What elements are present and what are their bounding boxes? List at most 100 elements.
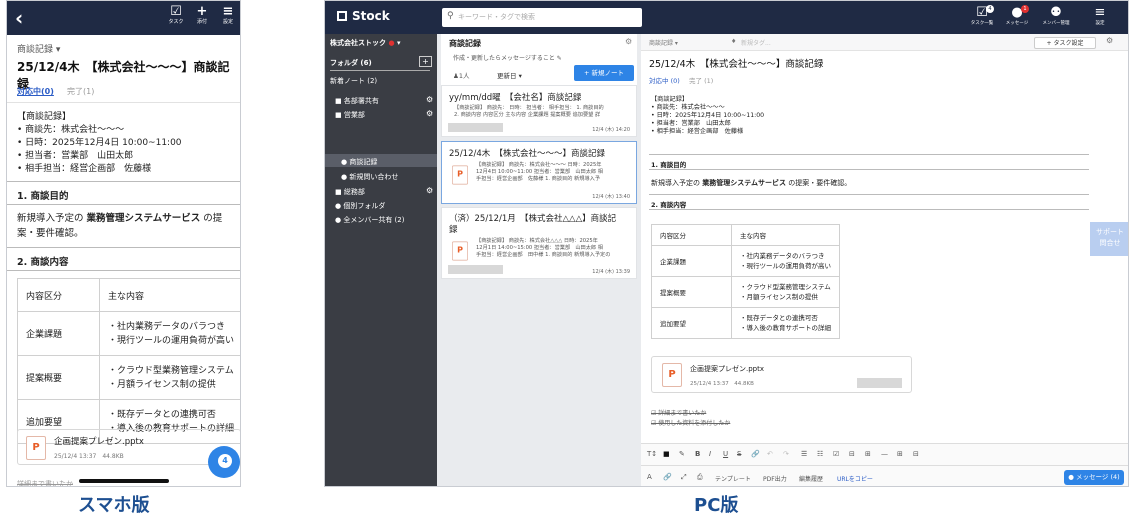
task-label: タスク [168,19,184,25]
sidebar-item-meeting-records[interactable]: ● 商談記録 [341,157,377,167]
template-button[interactable]: テンプレート [715,474,751,483]
edit-history-button[interactable]: 編集履歴 [799,474,823,483]
underline-icon[interactable]: U [723,450,728,458]
gear-icon[interactable]: ⚙ [426,186,433,195]
print-icon[interactable]: ⎙ [697,473,703,482]
bullet-list-icon[interactable]: ☰ [801,450,807,458]
copy-url-button[interactable]: URLをコピー [837,474,873,483]
status-done-tab[interactable]: 完了(1) [67,86,94,97]
pc-caption: PC版 [694,495,739,516]
message-button[interactable]: ● メッセージ 1 [1002,5,1032,27]
note-card[interactable]: （済）25/12/1月 【株式会社△△△】商談記 録 P 【商談記録】 商談先：… [441,207,637,279]
sidebar-item-general[interactable]: ■ 総務部 [335,187,365,197]
gear-icon[interactable]: ⚙ [426,109,433,118]
table-cell: ・社内業務データのバラつき ・現行ツールの運用負荷が高い [731,245,840,277]
attachment-meta: 25/12/4 13:37 44.8KB [54,453,124,460]
sidebar-item-new-notes[interactable]: 新着ノート (2) [330,76,377,86]
message-button[interactable]: ● メッセージ (4) [1064,470,1124,485]
sort-dropdown[interactable]: 更新日 ▾ [497,70,522,80]
task-setting-button[interactable]: + タスク設定 [1034,37,1096,49]
italic-icon[interactable]: I [709,450,711,458]
message-fab[interactable]: 4 [208,446,240,478]
tool-label: メンバー管理 [1042,21,1070,26]
status-active-tab[interactable]: 対応中(0) [17,86,54,97]
category-dropdown[interactable]: 商談記録 ▾ [649,38,678,47]
tool-label: 設定 [1095,21,1105,26]
members-button[interactable]: ⚉ メンバー管理 [1041,6,1071,27]
strike-icon[interactable]: S [737,450,741,458]
table-icon[interactable]: ⊞ [865,450,871,458]
members-count[interactable]: ♟1人 [453,70,469,80]
bold-icon[interactable]: B [695,450,700,458]
sidebar-item-all-members[interactable]: ● 全メンバー共有 (2) [335,215,404,225]
gear-icon[interactable]: ⚙ [625,37,632,46]
settings-button[interactable]: ≡ 設定 [1085,6,1115,27]
status-active-tab[interactable]: 対応中 (0) [649,75,680,85]
table-delete-icon[interactable]: ⊟ [913,450,919,458]
note-card-snippet: 12月1日 14:00~15:00 担当者：営業部 山田太郎 相 [476,245,603,251]
indent-icon[interactable]: ⊟ [849,450,855,458]
attach-button[interactable]: + 添付 [190,5,214,26]
attach-link-icon[interactable]: 🔗 [663,473,672,481]
settings-button[interactable]: ≡ 設定 [216,5,240,26]
numbered-list-icon[interactable]: ☷ [817,450,823,458]
note-card-snippet: 手担当：経営企画部 田中様 1. 商談目的 新規導入予定の [476,252,611,258]
note-card[interactable]: yy/mm/dd曜 【会社名】商談記録 【商談記録】 商談先： 日時： 担当者：… [441,85,637,137]
gear-icon[interactable]: ⚙ [1106,36,1113,45]
status-done-tab[interactable]: 完了 (1) [689,75,713,85]
note-body[interactable]: 【商談記録】 • 商談先：株式会社～～～ • 日時：2025年12月4日 10:… [651,96,951,136]
search-input[interactable]: ⚲ キーワード・タグで検索 [442,8,642,27]
tag-input[interactable]: 新規タグ... [741,38,771,47]
stock-logo[interactable]: Stock [337,9,390,23]
note-card-date: 12/4 (木) 14:20 [592,127,630,133]
folder-count: フォルダ (6) [330,59,372,67]
table-row: 企業課題 ・社内業務データのバラつき ・現行ツールの運用負荷が高い [651,245,840,277]
cell-line: ・クラウド型業務管理システム [107,365,234,376]
link-icon[interactable]: 🔗 [751,450,760,458]
back-arrow-icon[interactable]: ‹ [15,6,23,30]
expand-icon[interactable]: ⤢ [681,473,687,482]
table-header: 内容区分 [17,278,100,312]
pdf-export-button[interactable]: PDF出力 [763,474,787,483]
note-card-selected[interactable]: 25/12/4木 【株式会社～～～】商談記録 P 【商談記録】 商談先：株式会社… [441,141,637,204]
new-note-button[interactable]: + 新規ノート [574,65,634,81]
body-line: • 相手担当：経営企画部 佐藤様 [651,128,744,135]
table-cell: 提案概要 [651,276,732,308]
pptx-file-icon: P [26,436,46,460]
company-name[interactable]: 株式会社ストック ● ▾ [330,38,401,48]
home-indicator [79,479,169,483]
folder-description: 作成・更新したらメッセージすること ✎ [453,55,562,62]
checkbox-icon[interactable]: ☑ [833,450,839,458]
sidebar-item-shared[interactable]: ■ 各部署共有 [335,96,379,106]
note-card-title: （済）25/12/1月 【株式会社△△△】商談記 [449,214,617,224]
sidebar-item-inquiries[interactable]: ● 新規問い合わせ [341,172,398,182]
task-button[interactable]: ☑ タスク [164,5,188,26]
divider-icon[interactable]: — [881,450,888,458]
checklist-item[interactable]: ☑ 使用した資料を添付したか [651,418,730,427]
support-button[interactable]: サポート 問合せ [1090,222,1128,256]
sidebar-item-personal[interactable]: ● 個別フォルダ [335,201,385,211]
checklist-item: 詳細まで書いたか [17,480,73,487]
highlight-icon[interactable]: ✎ [679,450,685,458]
heading-text: 2. 商談内容 [651,201,687,209]
add-folder-button[interactable]: + [419,56,432,67]
sidebar: 株式会社ストック ● ▾ フォルダ (6) + 新着ノート (2) ■ 各部署共… [325,34,437,486]
task-list-button[interactable]: ☑ タスク一覧 4 [967,5,997,27]
sidebar-item-sales[interactable]: ■ 営業部 [335,110,365,120]
text-color-icon[interactable]: ■ [663,450,670,458]
task-status-bar: 対応中(0) 完了(1) [7,79,240,103]
undo-icon[interactable]: ↶ [767,450,773,458]
table-cell: ・既存データとの連携可否 ・導入後の教育サポートの詳細 [731,307,840,339]
checklist-item[interactable]: ☑ 詳細まで書いたか [651,408,706,417]
text-size-icon[interactable]: T↕ [647,450,657,458]
gear-icon[interactable]: ⚙ [426,95,433,104]
attachment-card[interactable]: P 企画提案プレゼン.pptx 25/12/4 13:37 44.8KB [651,356,912,393]
font-icon[interactable]: A [647,473,652,481]
search-placeholder: キーワード・タグで検索 [458,13,535,21]
note-title[interactable]: 25/12/4木 【株式会社～～～】商談記録 [649,56,823,70]
body-line: • 担当者：営業部 山田太郎 [651,120,731,127]
heading-text: 1. 商談目的 [651,161,687,169]
table-icon[interactable]: ⊞ [897,450,903,458]
category-dropdown[interactable]: 商談記録 ▾ [17,42,60,55]
redo-icon[interactable]: ↷ [783,450,789,458]
